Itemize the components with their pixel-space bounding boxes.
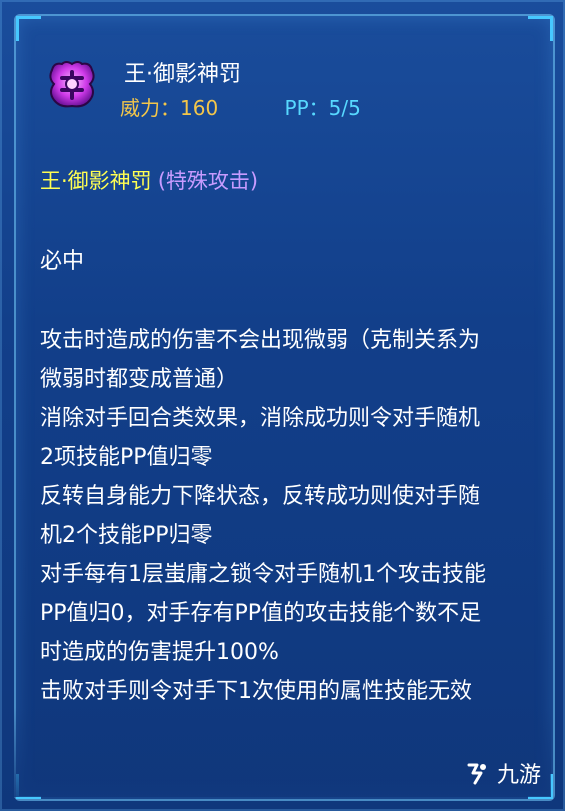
description-line: 攻击时造成的伤害不会出现微弱（克制关系为 bbox=[40, 328, 481, 353]
pp-label: PP： bbox=[284, 96, 329, 120]
description-line: 反转自身能力下降状态，反转成功则使对手随 bbox=[40, 484, 481, 509]
skill-category: (特殊攻击) bbox=[157, 169, 259, 193]
description-line: 击败对手则令对手下1次使用的属性技能无效 bbox=[40, 679, 472, 704]
description-line: PP值归0，对手存有PP值的攻击技能个数不足 bbox=[40, 601, 482, 626]
skill-header: 王·御影神罚 威力：160 PP：5/5 bbox=[44, 56, 524, 126]
power-label: 威力： bbox=[120, 96, 180, 120]
description-line: 必中 bbox=[40, 249, 85, 274]
description-skill-name: 王·御影神罚 bbox=[40, 169, 152, 193]
watermark-logo: 九游 bbox=[463, 757, 541, 789]
power-value: 160 bbox=[180, 96, 219, 120]
skill-description: 王·御影神罚 (特殊攻击) 必中 攻击时造成的伤害不会出现微弱（克制关系为 微弱时… bbox=[40, 165, 530, 711]
skill-tooltip-panel: 王·御影神罚 威力：160 PP：5/5 王·御影神罚 (特殊攻击) 必中 攻击时… bbox=[0, 0, 565, 811]
skill-name: 王·御影神罚 bbox=[124, 62, 241, 87]
watermark-text: 九游 bbox=[496, 763, 541, 788]
purple-crest-icon bbox=[49, 61, 95, 108]
description-line: 消除对手回合类效果，消除成功则令对手随机 bbox=[40, 406, 481, 431]
skill-stats: 威力：160 PP：5/5 bbox=[120, 92, 361, 121]
jiuyou-logo-icon bbox=[467, 763, 486, 785]
frame-corner bbox=[528, 16, 553, 41]
frame-corner bbox=[16, 16, 41, 41]
description-line: 时造成的伤害提升100% bbox=[40, 640, 279, 665]
description-line: 机2个技能PP归零 bbox=[40, 523, 213, 548]
description-line: 对手每有1层蚩庸之锁令对手随机1个攻击技能 bbox=[40, 562, 486, 587]
pp-value: 5/5 bbox=[328, 96, 361, 120]
description-line: 微弱时都变成普通） bbox=[40, 367, 239, 392]
description-line: 2项技能PP值归零 bbox=[40, 445, 213, 470]
description-title: 王·御影神罚 (特殊攻击) bbox=[40, 165, 530, 195]
